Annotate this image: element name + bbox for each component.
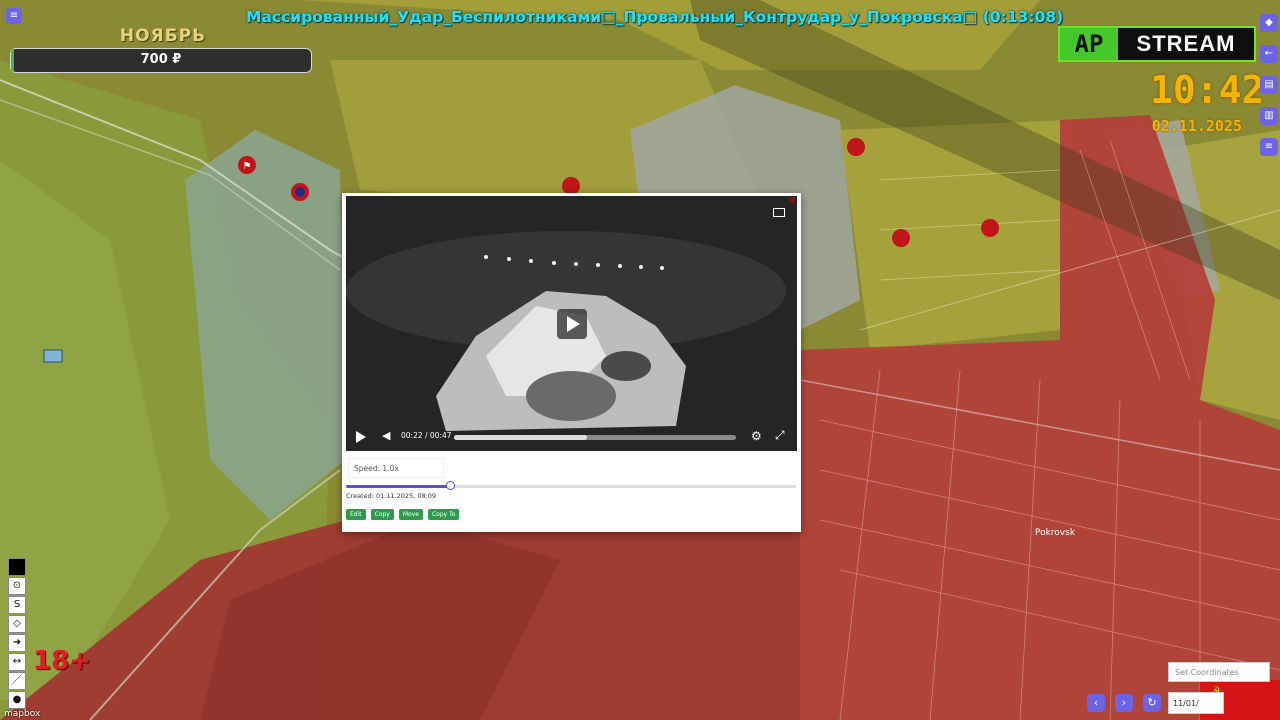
speed-slider[interactable] bbox=[346, 481, 796, 490]
refresh-button[interactable]: ↻ bbox=[1143, 694, 1161, 712]
play-overlay-button[interactable] bbox=[557, 309, 587, 339]
s-icon[interactable]: S bbox=[8, 596, 26, 614]
polygon-icon[interactable]: ◇ bbox=[8, 615, 26, 633]
date-input[interactable]: 11/01/ bbox=[1168, 692, 1224, 714]
pip-icon[interactable] bbox=[773, 208, 785, 217]
date: 02.11.2025 bbox=[1151, 117, 1242, 135]
speed-slider-fill bbox=[346, 485, 450, 488]
logo-stream: STREAM bbox=[1136, 31, 1236, 56]
map-marker-flag[interactable]: ⚑ bbox=[238, 156, 256, 174]
video-popup: ◀ 00:22 / 00:47 ⚙ ⤢ ✕ Speed: 1.0x Create… bbox=[342, 193, 801, 532]
move-button[interactable]: Move bbox=[398, 509, 423, 520]
arrow-icon[interactable]: ➜ bbox=[8, 634, 26, 652]
next-day-button[interactable]: › bbox=[1115, 694, 1133, 712]
logo-ap: АР bbox=[1060, 28, 1118, 60]
coordinates-input[interactable]: Set Coordinates bbox=[1168, 662, 1270, 682]
video-seek-bar[interactable] bbox=[454, 435, 736, 440]
line-icon[interactable]: ／ bbox=[8, 672, 26, 690]
prev-day-button[interactable]: ‹ bbox=[1087, 694, 1105, 712]
map-marker-envelope[interactable] bbox=[43, 349, 63, 363]
created-timestamp: Created: 01.11.2025, 08:09 bbox=[346, 492, 437, 500]
speed-label[interactable]: Speed: 1.0x bbox=[348, 458, 444, 478]
volume-icon[interactable]: ◀ bbox=[382, 429, 390, 442]
back-icon[interactable]: ← bbox=[1260, 45, 1278, 63]
fullscreen-icon[interactable]: ⤢ bbox=[775, 428, 785, 443]
ruler-icon[interactable]: ↔ bbox=[8, 653, 26, 671]
edit-button[interactable]: Edit bbox=[346, 509, 366, 520]
channel-logo: АР STREAM bbox=[1058, 26, 1256, 62]
city-label: Pokrovsk bbox=[1035, 528, 1076, 538]
video-seek-fill bbox=[454, 435, 587, 440]
play-icon[interactable] bbox=[356, 431, 366, 443]
map-marker-unit[interactable] bbox=[291, 183, 309, 201]
age-rating: 18+ bbox=[33, 646, 91, 676]
copy-to-button[interactable]: Copy To bbox=[427, 509, 460, 520]
clock: 10:42 bbox=[1150, 68, 1265, 112]
layers-icon[interactable]: ▤ bbox=[1260, 76, 1278, 94]
donation-month: НОЯБРЬ bbox=[119, 26, 207, 46]
right-toolbar: ◆ ← ▤ ▥ ≡ bbox=[1260, 14, 1278, 169]
svg-text:⚑: ⚑ bbox=[243, 161, 252, 172]
marker-icon[interactable]: ⊙ bbox=[8, 577, 26, 595]
close-icon[interactable]: ✕ bbox=[786, 195, 798, 207]
book-icon[interactable]: ▥ bbox=[1260, 107, 1278, 125]
list-icon[interactable]: ≡ bbox=[1260, 138, 1278, 156]
pin-icon[interactable]: ● bbox=[8, 691, 26, 709]
menu-icon[interactable]: ≡ bbox=[6, 8, 22, 24]
donation-amount: 700 ₽ bbox=[140, 52, 182, 67]
color-swatch[interactable] bbox=[8, 558, 26, 576]
drawing-toolbar: ⊙ S ◇ ➜ ↔ ／ ● bbox=[8, 558, 26, 710]
map-marker-east-1[interactable] bbox=[847, 138, 865, 156]
video-player[interactable]: ◀ 00:22 / 00:47 ⚙ ⤢ bbox=[346, 196, 797, 451]
map-attribution[interactable]: mapbox bbox=[4, 709, 40, 719]
speed-slider-knob[interactable] bbox=[445, 481, 455, 490]
settings-icon[interactable]: ⚙ bbox=[751, 429, 762, 443]
video-time: 00:22 / 00:47 bbox=[401, 431, 452, 440]
donation-progress-bar: 700 ₽ bbox=[10, 48, 312, 73]
copy-button[interactable]: Copy bbox=[370, 509, 394, 520]
app-icon[interactable]: ◆ bbox=[1260, 14, 1278, 32]
video-actions: Edit Copy Move Copy To bbox=[346, 509, 460, 520]
map-marker-east-3[interactable] bbox=[981, 219, 999, 237]
map-marker-east-2[interactable] bbox=[892, 229, 910, 247]
video-controls: ◀ 00:22 / 00:47 ⚙ ⤢ bbox=[346, 423, 797, 451]
stream-title: Массированный_Удар_Беспилотниками□_Прова… bbox=[246, 8, 1064, 26]
